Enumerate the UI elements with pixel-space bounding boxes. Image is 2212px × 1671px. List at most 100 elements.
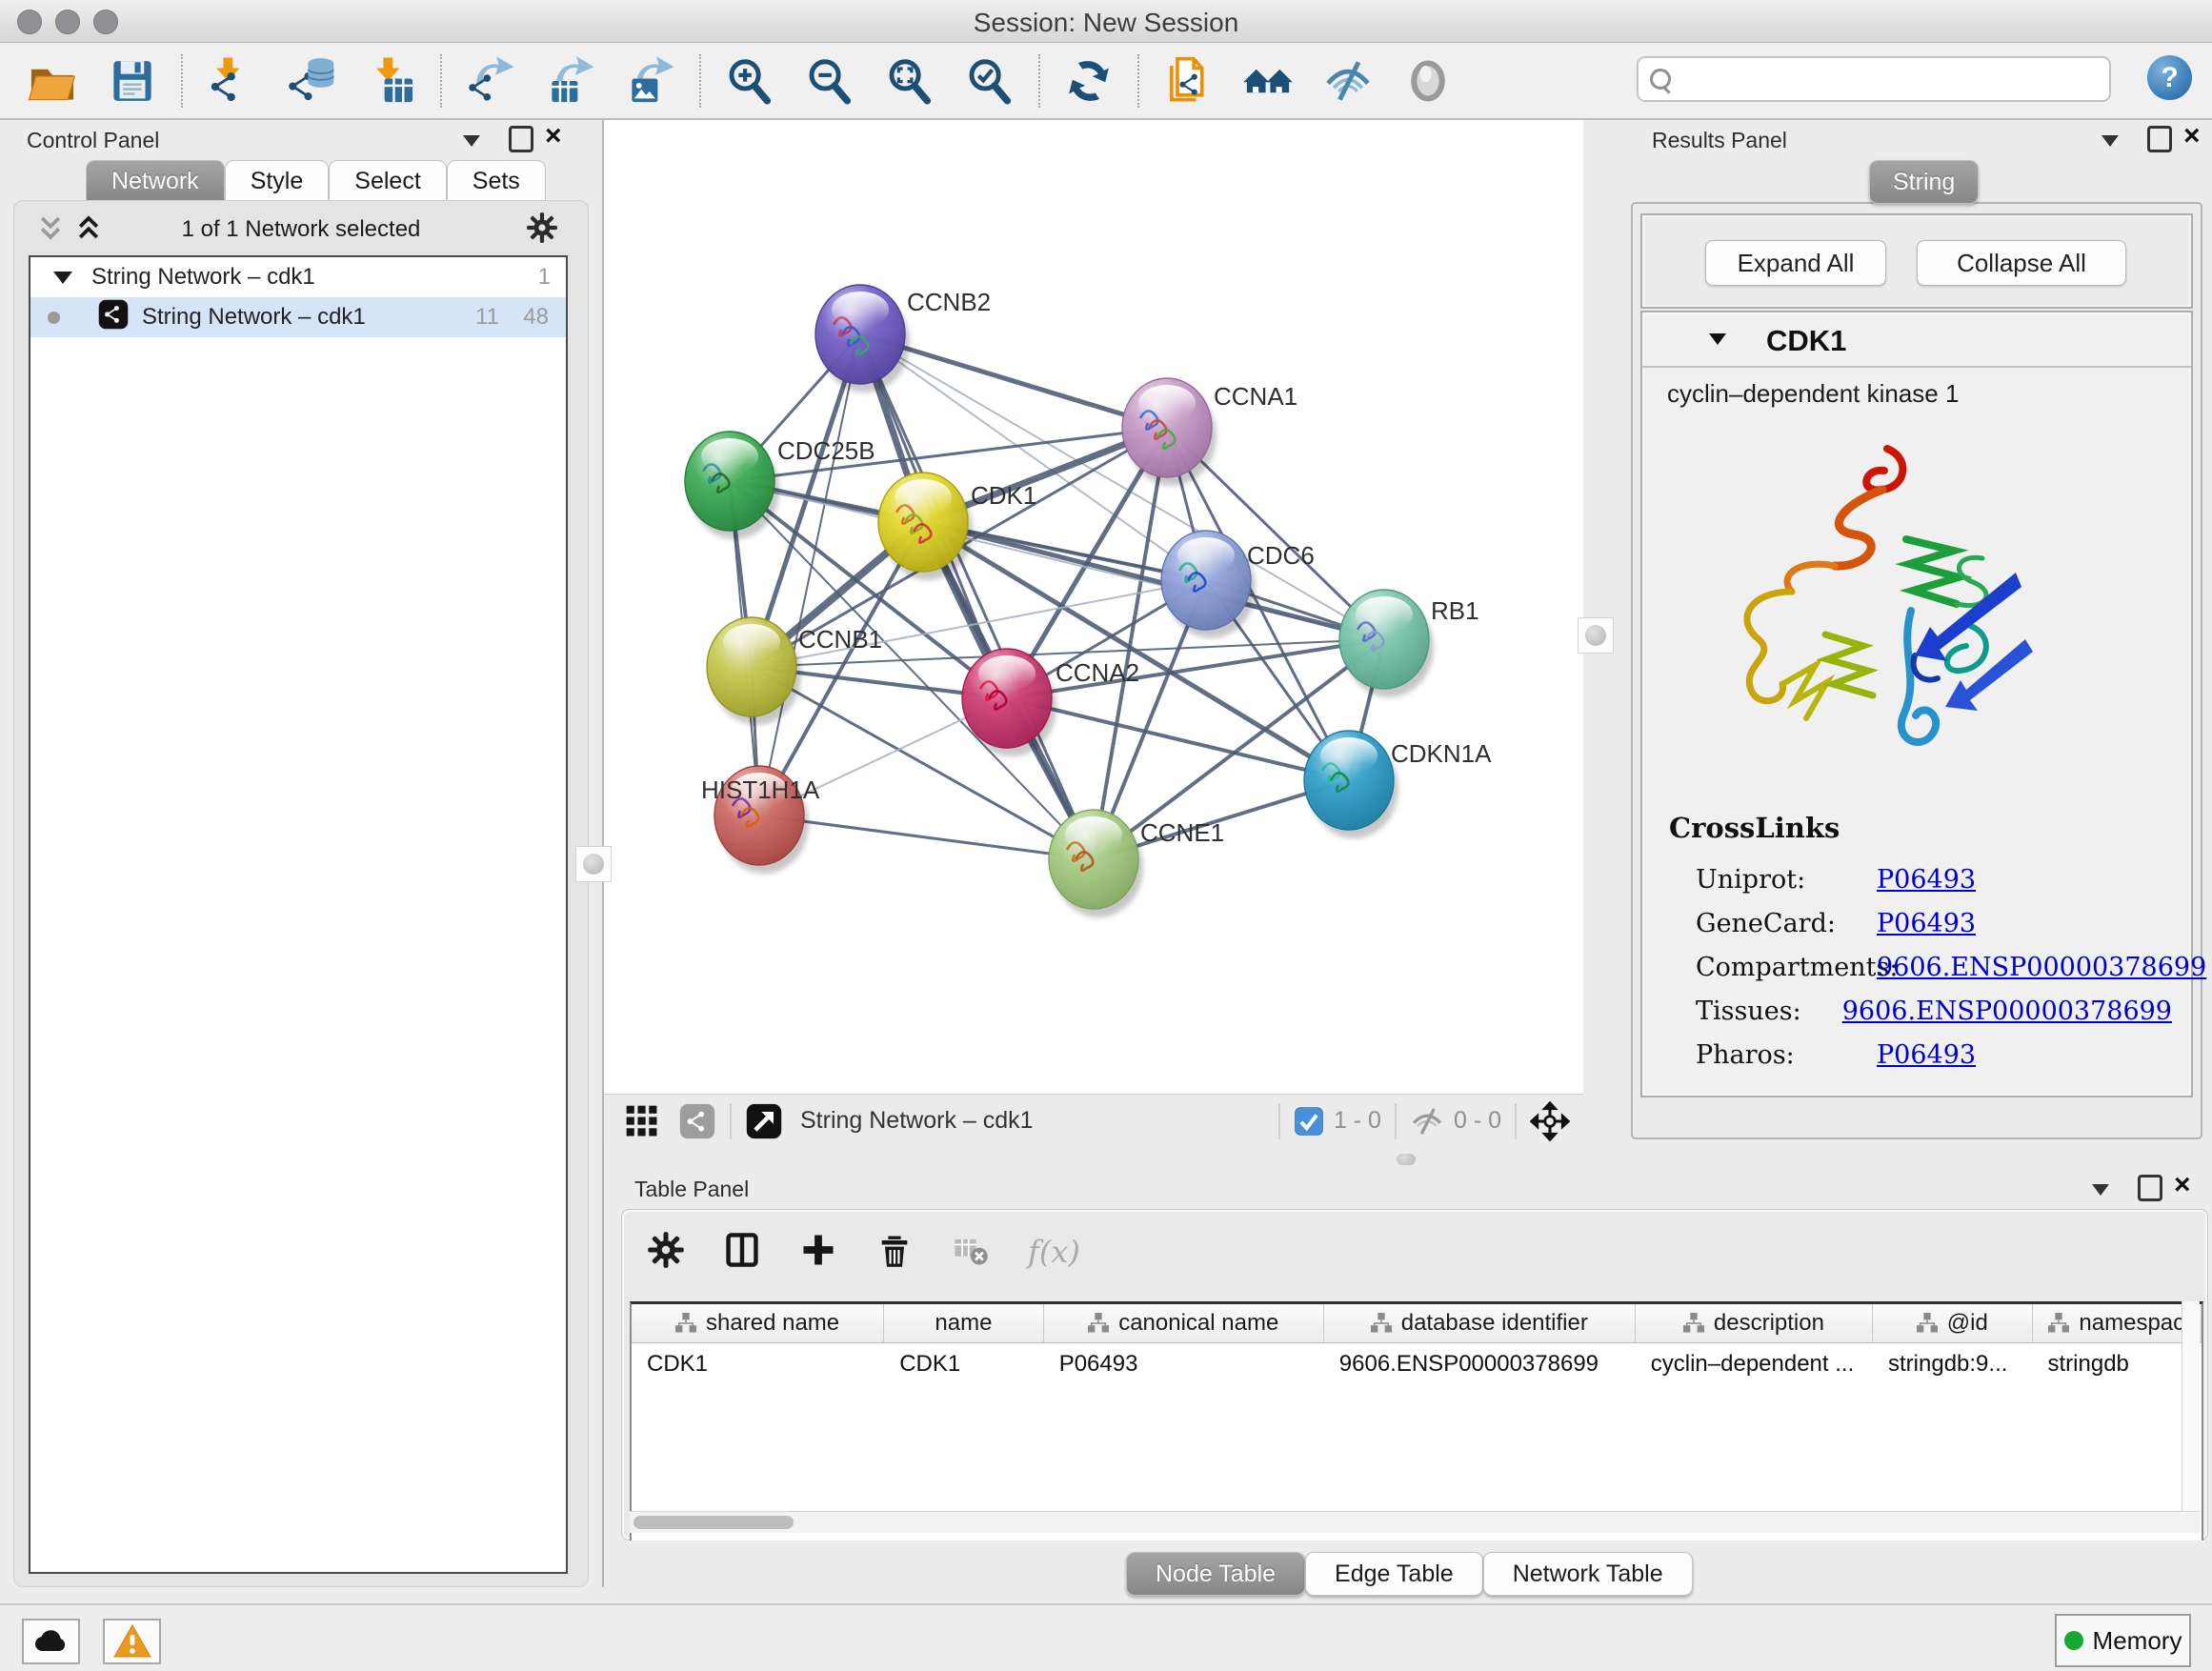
network-options-gear-icon[interactable] <box>526 211 558 249</box>
column-header-name[interactable]: name <box>884 1304 1044 1342</box>
crosslink-row: Tissues: 9606.ENSP00000378699 <box>1696 989 2172 1033</box>
tab-node-table[interactable]: Node Table <box>1126 1552 1305 1596</box>
hidden-eye-icon[interactable] <box>1410 1104 1444 1138</box>
birdseye-view-icon[interactable] <box>745 1102 783 1140</box>
zoom-out-icon[interactable] <box>802 53 857 109</box>
save-session-icon[interactable] <box>105 53 160 109</box>
string-badge-icon[interactable] <box>678 1102 716 1140</box>
import-table-file-icon[interactable] <box>364 53 419 109</box>
crosslink-row: Pharos: P06493 <box>1696 1033 2172 1077</box>
network-collection-row[interactable]: String Network – cdk1 1 <box>30 257 566 297</box>
column-header-database-identifier[interactable]: database identifier <box>1324 1304 1636 1342</box>
network-status-dot <box>48 312 60 324</box>
gene-description: cyclin–dependent kinase 1 <box>1667 379 1959 409</box>
selected-checkbox-icon[interactable] <box>1294 1106 1324 1137</box>
crosslink-link[interactable]: 9606.ENSP00000378699 <box>1877 953 2206 982</box>
column-header-@id[interactable]: @id <box>1873 1304 2033 1342</box>
toolbar-group <box>722 53 1017 109</box>
column-header-canonical-name[interactable]: canonical name <box>1044 1304 1324 1342</box>
import-network-database-icon[interactable] <box>284 53 339 109</box>
table-cell: cyclin–dependent ... <box>1636 1343 1873 1385</box>
tab-select[interactable]: Select <box>329 160 446 201</box>
node-table: shared namenamecanonical namedatabase id… <box>630 1301 2203 1540</box>
open-session-icon[interactable] <box>25 53 80 109</box>
refresh-view-icon[interactable] <box>1061 53 1116 109</box>
table-horizontal-scrollbar[interactable] <box>630 1511 2200 1533</box>
network-row[interactable]: String Network – cdk1 11 48 <box>30 297 566 337</box>
tab-network-table[interactable]: Network Table <box>1483 1552 1693 1596</box>
delete-column-icon[interactable] <box>875 1231 914 1274</box>
table-panel-title: Table Panel <box>634 1177 749 1202</box>
show-columns-icon[interactable] <box>723 1231 761 1274</box>
hide-panel-icon[interactable] <box>1320 53 1376 109</box>
warning-button[interactable] <box>103 1619 161 1664</box>
table-vertical-scrollbar[interactable] <box>2182 1301 2200 1511</box>
memory-button[interactable]: Memory <box>2055 1614 2191 1667</box>
search-field[interactable] <box>1637 56 2111 102</box>
collection-expand-icon[interactable] <box>53 272 72 284</box>
tab-edge-table[interactable]: Edge Table <box>1305 1552 1483 1596</box>
panel-collapse-icon[interactable] <box>2101 135 2119 147</box>
crosslink-link[interactable]: P06493 <box>1877 865 1976 895</box>
tab-string[interactable]: String <box>1869 160 1979 204</box>
entry-collapse-icon[interactable] <box>1709 333 1726 345</box>
panel-float-icon[interactable] <box>2147 126 2172 152</box>
panel-float-icon[interactable] <box>509 126 533 152</box>
export-image-icon[interactable] <box>623 53 678 109</box>
column-header-namespac[interactable]: namespac <box>2033 1304 2202 1342</box>
scrollbar-thumb[interactable] <box>633 1516 794 1529</box>
delete-table-icon[interactable] <box>952 1231 990 1274</box>
selected-count: 1 - 0 <box>1334 1107 1381 1135</box>
fit-selected-crosshair-icon[interactable] <box>1530 1101 1570 1141</box>
zoom-fit-icon[interactable] <box>882 53 937 109</box>
svg-text:RB1: RB1 <box>1431 596 1479 625</box>
create-column-icon[interactable] <box>799 1231 837 1274</box>
column-header-description[interactable]: description <box>1636 1304 1873 1342</box>
splitter-grip[interactable] <box>1397 1154 1416 1165</box>
crosslink-link[interactable]: P06493 <box>1877 1040 1976 1070</box>
crosslink-link[interactable]: P06493 <box>1877 909 1976 938</box>
search-input[interactable] <box>1680 65 2109 93</box>
svg-text:CDK1: CDK1 <box>971 481 1036 510</box>
show-panel-icon[interactable] <box>1400 53 1456 109</box>
zoom-in-icon[interactable] <box>722 53 777 109</box>
crosslink-link[interactable]: 9606.ENSP00000378699 <box>1842 997 2172 1026</box>
panel-close-icon[interactable]: × <box>545 126 562 147</box>
table-cell: P06493 <box>1044 1343 1324 1385</box>
collapse-all-button[interactable]: Collapse All <box>1917 240 2126 286</box>
panel-float-icon[interactable] <box>2138 1175 2162 1201</box>
string-home-icon[interactable] <box>1240 53 1296 109</box>
table-panel: Table Panel × f(x) shared namenamecanoni… <box>604 1173 2212 1603</box>
tab-network[interactable]: Network <box>86 160 225 201</box>
column-header-shared-name[interactable]: shared name <box>632 1304 884 1342</box>
left-splitter-handle[interactable] <box>575 846 612 882</box>
tab-sets[interactable]: Sets <box>447 160 546 201</box>
collection-label: String Network – cdk1 <box>91 264 315 291</box>
help-button[interactable]: ? <box>2147 55 2192 100</box>
table-row[interactable]: CDK1CDK1P064939606.ENSP00000378699cyclin… <box>632 1343 2202 1385</box>
panel-collapse-icon[interactable] <box>2092 1184 2109 1196</box>
panel-close-icon[interactable]: × <box>2174 1175 2191 1196</box>
network-canvas[interactable]: CCNB2 CCNA1 CDC25B CDK1 CDC6 RB1 CCNB1 C… <box>604 120 1583 1094</box>
toolbar-separator <box>1038 54 1040 108</box>
table-cell: 9606.ENSP00000378699 <box>1324 1343 1636 1385</box>
toolbar-group <box>25 53 160 109</box>
tab-style[interactable]: Style <box>225 160 330 201</box>
cloud-button[interactable] <box>22 1619 80 1664</box>
hidden-count: 0 - 0 <box>1454 1107 1501 1135</box>
grid-view-icon[interactable] <box>623 1102 661 1140</box>
table-settings-icon[interactable] <box>647 1231 685 1274</box>
function-builder-icon[interactable]: f(x) <box>1028 1234 1080 1270</box>
zoom-selected-icon[interactable] <box>962 53 1017 109</box>
clipboard-share-icon[interactable] <box>1160 53 1216 109</box>
import-network-file-icon[interactable] <box>204 53 259 109</box>
export-table-icon[interactable] <box>543 53 598 109</box>
export-network-icon[interactable] <box>463 53 518 109</box>
panel-collapse-icon[interactable] <box>463 135 480 147</box>
crosslink-label: GeneCard: <box>1696 909 1877 938</box>
right-splitter-handle[interactable] <box>1578 617 1614 654</box>
horizontal-splitter[interactable] <box>604 1146 2212 1173</box>
panel-close-icon[interactable]: × <box>2183 126 2201 147</box>
svg-text:CDC25B: CDC25B <box>777 436 875 465</box>
expand-all-button[interactable]: Expand All <box>1705 240 1886 286</box>
